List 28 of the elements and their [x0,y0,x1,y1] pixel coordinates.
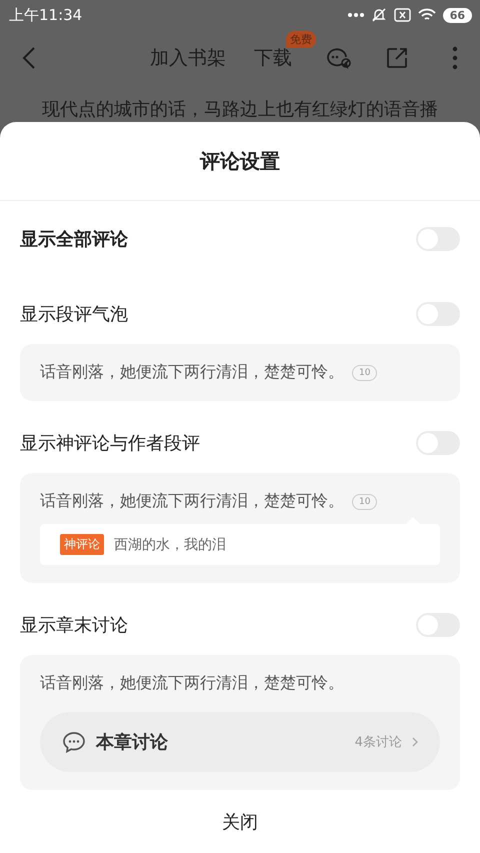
more-icon[interactable] [452,46,458,70]
preview-text: 话音刚落，她便流下两行清泪，楚楚可怜。 [40,673,344,694]
comment-text: 西湖的水，我的泪 [114,536,226,554]
wifi-icon [418,8,436,22]
muted-bell-icon [370,7,387,23]
chapter-discussion-button[interactable]: 本章讨论 4条讨论 [40,712,440,772]
setting-label: 显示段评气泡 [20,303,128,326]
comment-off-icon[interactable] [326,46,352,70]
setting-label: 显示神评论与作者段评 [20,432,200,455]
close-button[interactable]: 关闭 [214,806,266,838]
setting-label: 显示全部评论 [20,228,128,251]
status-time: 上午11:34 [9,6,82,24]
more-dots-icon [348,12,364,18]
preview-text: 话音刚落，她便流下两行清泪，楚楚可怜。 [40,491,344,512]
sheet-title: 评论设置 [198,148,281,174]
back-icon[interactable] [22,46,36,68]
comment-count-bubble: 10 [352,494,378,510]
comment-count-bubble: 10 [352,364,378,380]
free-badge: 免费 [286,30,316,48]
setting-label: 显示章末讨论 [20,614,128,637]
chevron-right-icon [412,737,418,747]
chat-bubble-icon [62,731,86,753]
chapter-text: 现代点的城市的话，马路边上也有红绿灯的语音播 [41,98,439,121]
sim-card-icon [394,8,411,22]
god-comment-tag: 神评论 [60,534,104,555]
battery-level: 66 [442,8,472,22]
preview-text: 话音刚落，她便流下两行清泪，楚楚可怜。 [40,362,344,383]
share-icon[interactable] [386,46,408,68]
